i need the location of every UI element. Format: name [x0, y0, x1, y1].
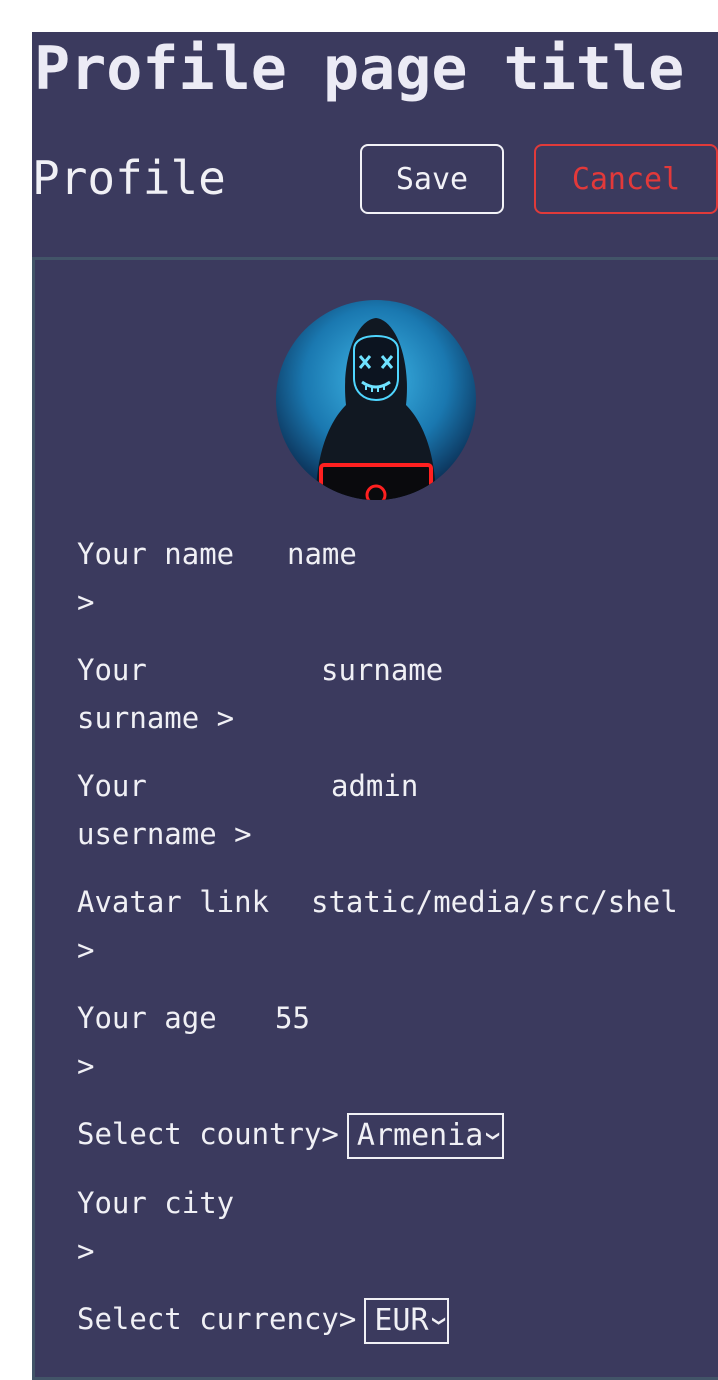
age-input[interactable]: 55 [275, 994, 310, 1042]
section-title: Profile [32, 151, 226, 205]
username-input[interactable]: admin [331, 762, 418, 810]
chevron-down-icon: ❯ [482, 1130, 504, 1142]
currency-label: Select currency> [77, 1302, 357, 1336]
avatar-link-row: Avatar link static/media/src/shell.jpg > [77, 878, 717, 974]
avatar-link-input[interactable]: static/media/src/shell.jpg [311, 878, 675, 926]
age-label: Your age [77, 1001, 217, 1035]
cancel-button[interactable]: Cancel [534, 144, 718, 214]
currency-select[interactable]: EUR ❯ [364, 1298, 450, 1344]
name-arrow: > [77, 585, 95, 619]
name-input[interactable]: name [287, 530, 357, 578]
username-label-line2: username > [77, 817, 252, 851]
surname-input[interactable]: surname [321, 646, 443, 694]
save-button[interactable]: Save [360, 144, 504, 214]
avatar [276, 300, 476, 500]
age-arrow: > [77, 1049, 95, 1083]
profile-card: Your name name > Your surname surname > … [32, 257, 718, 1380]
surname-label-line2: surname > [77, 701, 235, 735]
avatar-link-arrow: > [77, 933, 95, 967]
profile-form: Your name name > Your surname surname > … [77, 530, 717, 1344]
avatar-link-label: Avatar link [77, 885, 270, 919]
profile-page: Profile page title Profile Save Cancel Y… [32, 32, 718, 1380]
country-label: Select country> [77, 1117, 339, 1151]
age-row: Your age 55 > [77, 994, 717, 1090]
page-title: Profile page title [34, 34, 685, 104]
city-row: Your city > [77, 1179, 717, 1275]
country-row: Select country> Armenia ❯ [77, 1110, 717, 1159]
surname-row: Your surname surname > [77, 646, 717, 742]
currency-row: Select currency> EUR ❯ [77, 1295, 717, 1344]
city-arrow: > [77, 1234, 95, 1268]
currency-selected: EUR [374, 1303, 429, 1338]
country-select[interactable]: Armenia ❯ [346, 1113, 505, 1159]
name-label: Your name [77, 537, 235, 571]
city-label: Your city [77, 1186, 235, 1220]
surname-label-line1: Your [77, 653, 147, 687]
username-row: Your admin username > [77, 762, 717, 858]
username-label-line1: Your [77, 769, 147, 803]
chevron-down-icon: ❯ [427, 1315, 449, 1327]
name-row: Your name name > [77, 530, 717, 626]
country-selected: Armenia [356, 1118, 484, 1153]
